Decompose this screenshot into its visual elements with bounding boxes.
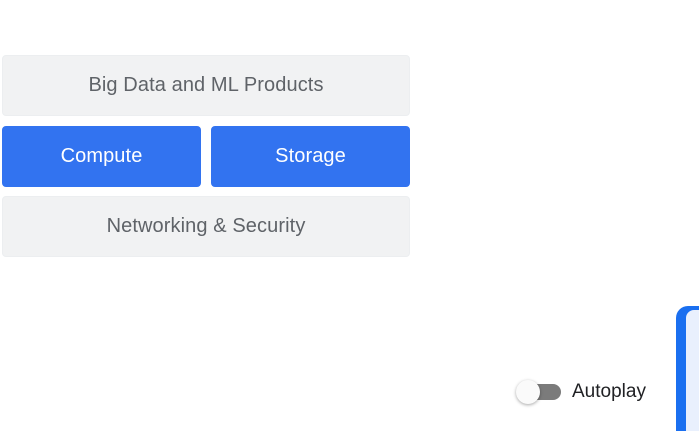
tile-label: Storage	[275, 145, 346, 167]
tile-label: Networking & Security	[106, 215, 306, 237]
side-panel-edge	[676, 306, 699, 431]
page: Big Data and ML Products Compute Storage…	[0, 0, 699, 431]
tile-label: Compute	[60, 145, 143, 167]
logo-fragment	[94, 0, 234, 6]
toggle-thumb[interactable]	[516, 380, 540, 404]
autoplay-label: Autoplay	[572, 381, 646, 402]
side-panel-inner	[686, 310, 699, 431]
tile-networking-security[interactable]: Networking & Security	[2, 196, 410, 257]
autoplay-control[interactable]: Autoplay	[516, 378, 646, 406]
tile-compute[interactable]: Compute	[2, 126, 201, 187]
tile-big-data-ml-products[interactable]: Big Data and ML Products	[2, 55, 410, 116]
tile-label: Big Data and ML Products	[88, 74, 324, 96]
tile-storage[interactable]: Storage	[211, 126, 410, 187]
autoplay-toggle[interactable]	[516, 378, 562, 406]
